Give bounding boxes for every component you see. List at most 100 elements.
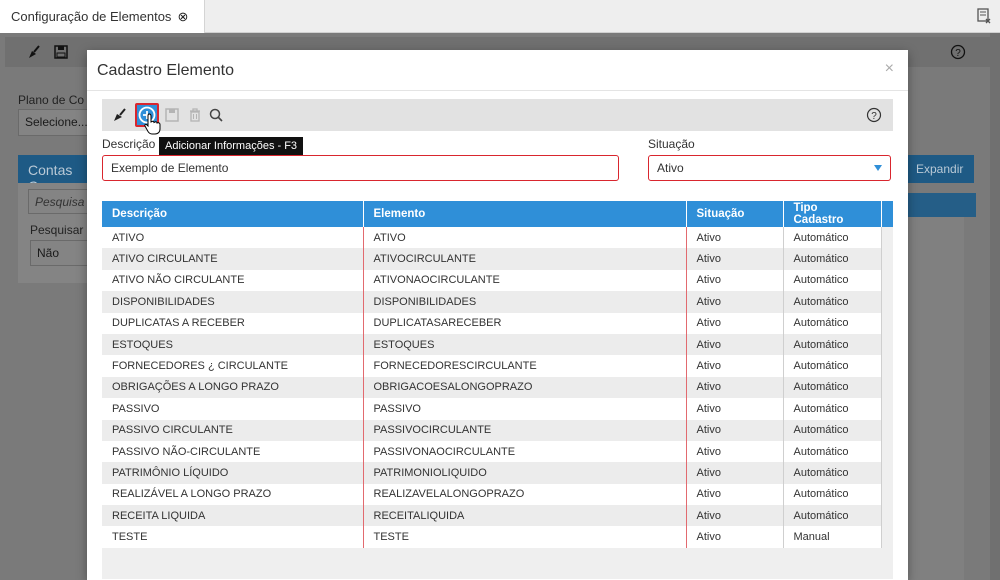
cell-elemento: PATRIMONIOLIQUIDO [363, 462, 687, 484]
table-row[interactable]: REALIZÁVEL A LONGO PRAZO REALIZAVELALONGO… [102, 483, 893, 506]
help-button[interactable]: ? [864, 105, 884, 125]
cell-tipo-cadastro: Automático [783, 312, 882, 334]
col-header-tipo-cadastro[interactable]: Tipo Cadastro [783, 201, 882, 227]
cell-elemento: REALIZAVELALONGOPRAZO [363, 483, 687, 506]
grid-header-row: Descrição Elemento Situação Tipo Cadastr… [102, 201, 893, 227]
save-icon [54, 45, 68, 59]
situacao-value: Ativo [657, 161, 684, 175]
contas-panel-title: Contas C [18, 155, 88, 194]
delete-button[interactable] [185, 105, 205, 125]
search-icon [209, 108, 223, 122]
col-header-descricao[interactable]: Descrição [102, 201, 364, 227]
cell-elemento: TESTE [363, 526, 687, 548]
cell-tipo-cadastro: Manual [783, 526, 882, 548]
cell-tipo-cadastro: Automático [783, 269, 882, 292]
row-filler [881, 419, 893, 441]
cell-elemento: DISPONIBILIDADES [363, 291, 687, 313]
row-filler [881, 462, 893, 484]
table-row[interactable]: ESTOQUES ESTOQUES Ativo Automático [102, 333, 893, 356]
table-row[interactable]: FORNECEDORES ¿ CIRCULANTE FORNECEDORESCIR… [102, 355, 893, 377]
cell-situacao: Ativo [686, 440, 784, 463]
cell-situacao: Ativo [686, 269, 784, 292]
cell-tipo-cadastro: Automático [783, 355, 882, 377]
cell-elemento: OBRIGACOESALONGOPRAZO [363, 376, 687, 399]
svg-text:?: ? [955, 48, 961, 59]
table-row[interactable]: DUPLICATAS A RECEBER DUPLICATASARECEBER At… [102, 312, 893, 334]
cell-tipo-cadastro: Automático [783, 376, 882, 399]
background-scrollbar[interactable] [990, 33, 1000, 580]
cell-descricao: ATIVO CIRCULANTE [102, 248, 364, 270]
modal-close-icon[interactable]: × [885, 60, 894, 78]
cell-descricao: PATRIMÔNIO LÍQUIDO [102, 462, 364, 484]
cell-descricao: PASSIVO CIRCULANTE [102, 419, 364, 441]
search-input[interactable]: Pesquisa [28, 189, 88, 214]
situacao-label: Situação [648, 137, 695, 151]
search-button[interactable] [206, 105, 226, 125]
table-row[interactable]: PATRIMÔNIO LÍQUIDO PATRIMONIOLIQUIDO Ativo… [102, 462, 893, 484]
cell-elemento: ATIVOCIRCULANTE [363, 248, 687, 270]
plano-select[interactable]: Selecione... [18, 109, 88, 136]
cell-descricao: DISPONIBILIDADES [102, 291, 364, 313]
help-circle-icon: ? [866, 107, 882, 123]
tab-configuracao-elementos[interactable]: Configuração de Elementos ⊗ [0, 0, 205, 33]
col-header-situacao[interactable]: Situação [686, 201, 784, 227]
modal-title: Cadastro Elemento [97, 62, 234, 79]
background-table-body [908, 217, 964, 580]
row-filler [881, 269, 893, 292]
cell-elemento: PASSIVOCIRCULANTE [363, 419, 687, 441]
table-row[interactable]: TESTE TESTE Ativo Manual [102, 526, 893, 548]
save-icon [165, 108, 179, 122]
svg-text:?: ? [871, 111, 877, 122]
table-row[interactable]: RECEITA LIQUIDA RECEITALIQUIDA Ativo Automá… [102, 505, 893, 527]
tab-close-icon[interactable]: ⊗ [177, 9, 188, 25]
expand-button[interactable]: Expandir [908, 155, 974, 183]
cell-descricao: ESTOQUES [102, 333, 364, 356]
cell-situacao: Ativo [686, 462, 784, 484]
cell-elemento: PASSIVONAOCIRCULANTE [363, 440, 687, 463]
table-row[interactable]: ATIVO CIRCULANTE ATIVOCIRCULANTE Ativo Auto… [102, 248, 893, 270]
cell-situacao: Ativo [686, 526, 784, 548]
table-row[interactable]: PASSIVO CIRCULANTE PASSIVOCIRCULANTE Ativo… [102, 419, 893, 441]
cell-tipo-cadastro: Automático [783, 483, 882, 506]
hand-cursor-icon [144, 113, 161, 135]
descricao-label: Descrição [102, 137, 156, 151]
cell-descricao: PASSIVO [102, 398, 364, 420]
col-header-filler [881, 201, 893, 227]
help-circle-icon: ? [950, 44, 966, 60]
pesquisar-label: Pesquisar [30, 223, 84, 237]
row-filler [881, 248, 893, 270]
cell-situacao: Ativo [686, 505, 784, 527]
cell-elemento: ATIVONAOCIRCULANTE [363, 269, 687, 292]
row-filler [881, 333, 893, 356]
cell-elemento: DUPLICATASARECEBER [363, 312, 687, 334]
clear-button[interactable] [110, 105, 130, 125]
row-filler [881, 398, 893, 420]
table-row[interactable]: PASSIVO PASSIVO Ativo Automático [102, 398, 893, 420]
table-row[interactable]: ATIVO NÃO CIRCULANTE ATIVONAOCIRCULANTE At… [102, 269, 893, 292]
cell-situacao: Ativo [686, 312, 784, 334]
row-filler [881, 376, 893, 399]
row-filler [881, 526, 893, 548]
situacao-select[interactable]: Ativo [648, 155, 891, 181]
table-row[interactable]: PASSIVO NÃO-CIRCULANTE PASSIVONAOCIRCULAN… [102, 440, 893, 463]
plano-label: Plano de Co [18, 93, 85, 107]
cell-tipo-cadastro: Automático [783, 291, 882, 313]
elements-grid: Descrição Elemento Situação Tipo Cadastr… [102, 201, 893, 579]
cell-tipo-cadastro: Automático [783, 248, 882, 270]
cell-situacao: Ativo [686, 291, 784, 313]
background-table-header [908, 193, 976, 217]
cell-tipo-cadastro: Automático [783, 440, 882, 463]
add-tooltip: Adicionar Informações - F3 [159, 137, 304, 157]
cell-tipo-cadastro: Automático [783, 333, 882, 356]
save-button[interactable] [162, 105, 182, 125]
table-row[interactable]: OBRIGAÇÕES A LONGO PRAZO OBRIGACOESALONGO… [102, 376, 893, 399]
cell-descricao: REALIZÁVEL A LONGO PRAZO [102, 483, 364, 506]
table-row[interactable]: DISPONIBILIDADES DISPONIBILIDADES Ativo Aut… [102, 291, 893, 313]
window-list-icon[interactable] [976, 8, 992, 24]
cell-situacao: Ativo [686, 398, 784, 420]
descricao-input[interactable]: Exemplo de Elemento [102, 155, 619, 181]
table-row[interactable]: ATIVO ATIVO Ativo Automático [102, 227, 893, 249]
col-header-elemento[interactable]: Elemento [363, 201, 687, 227]
cell-descricao: DUPLICATAS A RECEBER [102, 312, 364, 334]
pesquisar-select[interactable]: Não [30, 240, 88, 266]
